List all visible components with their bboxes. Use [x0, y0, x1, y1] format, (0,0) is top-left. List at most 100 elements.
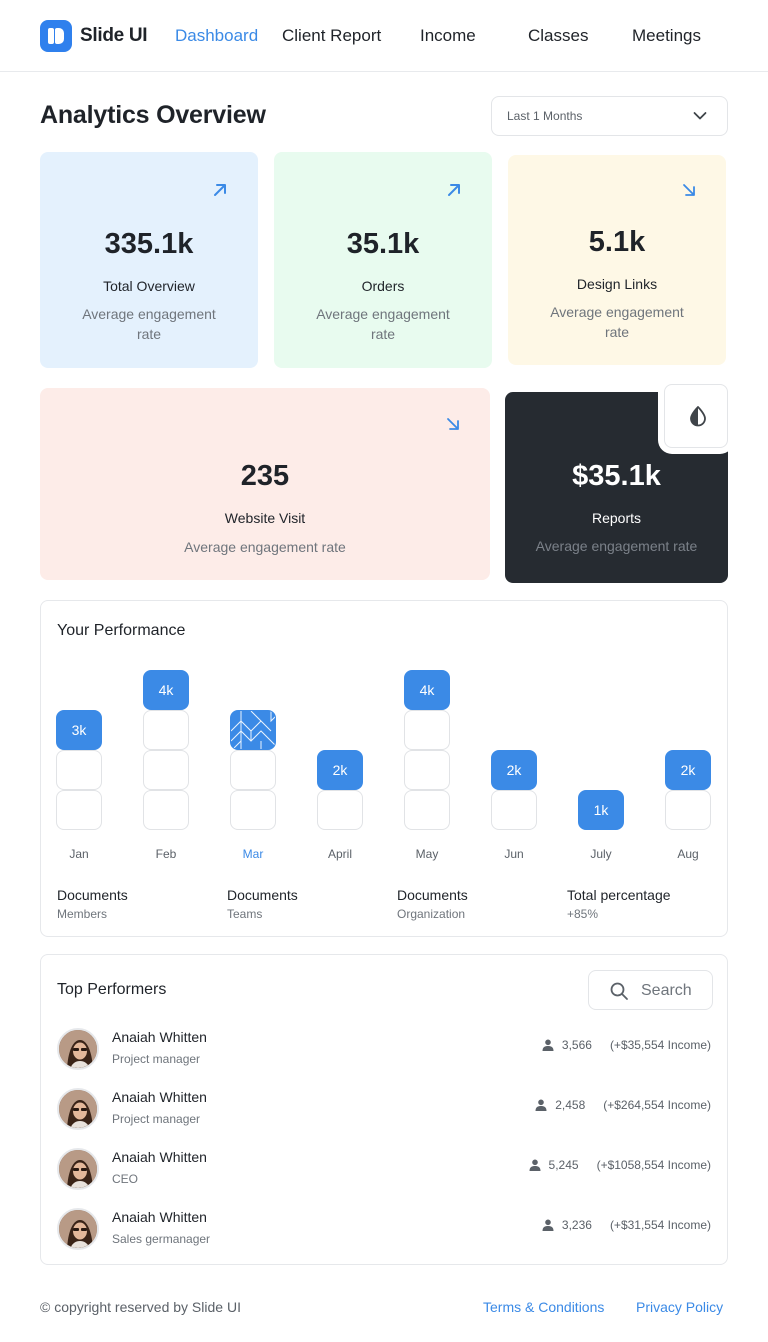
nav-client-report[interactable]: Client Report — [282, 26, 381, 46]
stat-label: Total Overview — [103, 278, 195, 294]
performer-row[interactable]: Anaiah Whitten CEO 5,245 (+$1058,554 Income… — [41, 1145, 727, 1195]
theme-toggle-button[interactable] — [664, 384, 728, 448]
summary-title: Documents — [227, 887, 298, 903]
summary-title: Documents — [57, 887, 128, 903]
privacy-link[interactable]: Privacy Policy — [636, 1299, 723, 1315]
arrow-down-right-icon — [683, 184, 695, 196]
search-icon — [610, 982, 628, 1000]
performance-panel: Your Performance 3k Jan 4k Feb Mar 2k April 4k M… — [40, 600, 728, 937]
terms-link[interactable]: Terms & Conditions — [483, 1299, 604, 1315]
stat-card-website-visit[interactable]: 235 Website Visit Average engagement rat… — [40, 388, 490, 580]
top-navbar: Slide UI Dashboard Client Report Income … — [0, 0, 768, 72]
user-icon — [542, 1039, 554, 1051]
stat-subtext: Average engagement rate — [316, 306, 450, 342]
performer-name: Anaiah Whitten — [112, 1029, 207, 1045]
performer-income: (+$31,554 Income) — [609, 1218, 711, 1232]
performer-name: Anaiah Whitten — [112, 1149, 207, 1165]
summary-sub: +85% — [567, 907, 599, 921]
stat-label: Design Links — [576, 276, 658, 292]
performer-name: Anaiah Whitten — [112, 1209, 207, 1225]
stat-subtext: Average engagement rate — [550, 304, 684, 340]
bar-value-label: 2k — [491, 750, 537, 790]
stat-card-total-overview[interactable]: 335.1k Total Overview Average engagement… — [40, 152, 258, 368]
period-select[interactable]: Last 1 Months — [491, 96, 728, 136]
month-label: Feb — [155, 847, 177, 861]
bar-value-label: 4k — [143, 670, 189, 710]
performer-row[interactable]: Anaiah Whitten Project manager 3,566 (+$35,… — [41, 1025, 727, 1075]
performer-income: (+$1058,554 Income) — [596, 1158, 711, 1172]
bar-cell — [491, 790, 537, 830]
brand-name: Slide UI — [80, 25, 148, 46]
user-icon — [542, 1219, 554, 1231]
bar-cell — [143, 790, 189, 830]
stat-label: Reports — [591, 510, 642, 526]
contrast-drop-icon — [690, 406, 706, 427]
performer-row[interactable]: Anaiah Whitten Project manager 2,458 (+$264… — [41, 1085, 727, 1135]
bar-value-label: 4k — [404, 670, 450, 710]
bar-cell — [404, 710, 450, 750]
bar-cell — [665, 790, 711, 830]
bar-cell — [317, 790, 363, 830]
summary-sub: Members — [57, 907, 108, 921]
stat-subtext: Average engagement rate — [184, 539, 346, 555]
stat-card-design-links[interactable]: 5.1k Design Links Average engagement rat… — [508, 155, 726, 365]
bar-value-label: 3k — [56, 710, 102, 750]
bar-cell — [404, 750, 450, 790]
nav-meetings[interactable]: Meetings — [632, 26, 701, 46]
bar-cell — [404, 790, 450, 830]
performer-stats: 5,245 (+$1058,554 Income) — [529, 1158, 711, 1172]
performer-role: CEO — [112, 1172, 139, 1186]
period-select-value: Last 1 Months — [507, 109, 583, 123]
summary-sub: Teams — [227, 907, 263, 921]
arrow-up-right-icon — [214, 184, 226, 196]
stat-subtext: Average engagement rate — [535, 538, 698, 554]
summary-title: Total percentage — [567, 887, 671, 903]
search-label: Search — [641, 982, 692, 999]
avatar — [57, 1088, 99, 1130]
performer-count: 3,236 — [561, 1218, 592, 1232]
top-performers-title: Top Performers — [57, 981, 167, 998]
avatar — [57, 1208, 99, 1250]
performer-income: (+$264,554 Income) — [603, 1098, 711, 1112]
bar-value-label: 1k — [578, 790, 624, 830]
stat-value: $35.1k — [572, 460, 661, 492]
nav-dashboard[interactable]: Dashboard — [175, 26, 258, 46]
performer-name: Anaiah Whitten — [112, 1089, 207, 1105]
performer-row[interactable]: Anaiah Whitten Sales germanager 3,236 (+$31… — [41, 1205, 727, 1255]
bar-value-label: 2k — [317, 750, 363, 790]
performer-stats: 3,566 (+$35,554 Income) — [542, 1038, 711, 1052]
chevron-down-icon — [693, 112, 707, 120]
stat-value: 235 — [240, 460, 290, 492]
arrow-down-right-icon — [447, 418, 459, 430]
performance-title: Your Performance — [57, 622, 186, 639]
stat-value: 5.1k — [588, 226, 646, 258]
stat-card-orders[interactable]: 35.1k Orders Average engagement rate — [274, 152, 492, 368]
stat-subtext: Average engagement rate — [82, 306, 216, 342]
user-icon — [529, 1159, 541, 1171]
top-performers-panel: Top Performers Search Anaiah Whitten Proj… — [40, 954, 728, 1265]
stat-value: 335.1k — [104, 228, 194, 260]
performer-role: Project manager — [112, 1052, 201, 1066]
nav-income[interactable]: Income — [420, 26, 476, 46]
month-label: April — [327, 847, 352, 861]
footer-copyright: © copyright reserved by Slide UI — [40, 1299, 241, 1315]
avatar — [57, 1028, 99, 1070]
performer-stats: 2,458 (+$264,554 Income) — [535, 1098, 711, 1112]
performer-count: 5,245 — [548, 1158, 579, 1172]
brand-logo[interactable]: Slide UI — [40, 20, 148, 52]
bar-cell — [56, 750, 102, 790]
slide-ui-logo-icon — [40, 20, 72, 52]
month-label: July — [590, 847, 612, 861]
stat-label: Orders — [361, 278, 405, 294]
performer-income: (+$35,554 Income) — [609, 1038, 711, 1052]
nav-classes[interactable]: Classes — [528, 26, 588, 46]
bar-cell — [143, 750, 189, 790]
bar-value-label: 2k — [665, 750, 711, 790]
month-label: Jun — [504, 847, 524, 861]
performer-role: Sales germanager — [112, 1232, 211, 1246]
performer-role: Project manager — [112, 1112, 201, 1126]
bar-cell — [230, 790, 276, 830]
stat-value: 35.1k — [346, 228, 420, 260]
performer-search-button[interactable]: Search — [588, 970, 713, 1010]
bar-pattern-cell — [230, 710, 276, 750]
